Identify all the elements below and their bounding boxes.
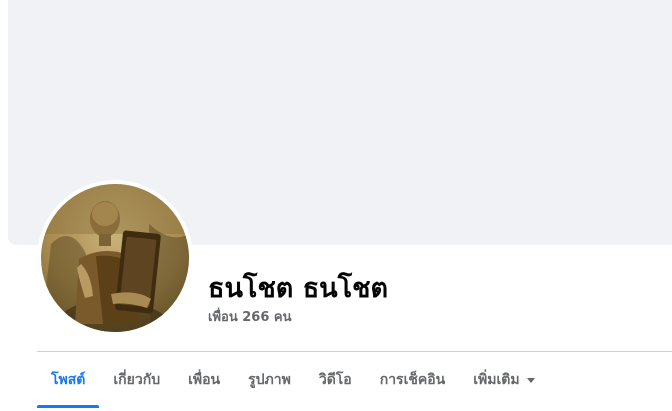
tab-label: เพื่อน [188,372,221,388]
monk-portrait-image [41,184,189,332]
tab-label: การเช็คอิน [379,372,446,388]
tab-friends[interactable]: เพื่อน [174,352,234,408]
profile-tabs: โพสต์ เกี่ยวกับ เพื่อน รูปภาพ วิดีโอ การ… [37,352,549,408]
tab-checkins[interactable]: การเช็คอิน [366,352,460,408]
tab-label: เพิ่มเติม [473,372,520,388]
tab-label: เกี่ยวกับ [113,372,161,388]
profile-page: ธนโชต ธนโชต เพื่อน 266 คน โพสต์ เกี่ยวกั… [0,0,672,411]
tab-photos[interactable]: รูปภาพ [234,352,305,408]
tab-about[interactable]: เกี่ยวกับ [99,352,174,408]
tab-more[interactable]: เพิ่มเติม [459,352,548,408]
tab-videos[interactable]: วิดีโอ [305,352,366,408]
profile-picture[interactable] [41,184,189,332]
tab-label: โพสต์ [51,372,86,388]
caret-down-icon [526,377,535,383]
friends-count-link[interactable]: เพื่อน 266 คน [208,306,291,327]
profile-picture-frame [37,180,193,336]
profile-name: ธนโชต ธนโชต [208,273,388,304]
tab-posts[interactable]: โพสต์ [37,352,100,408]
tab-label: รูปภาพ [248,372,291,388]
tab-label: วิดีโอ [318,372,352,388]
